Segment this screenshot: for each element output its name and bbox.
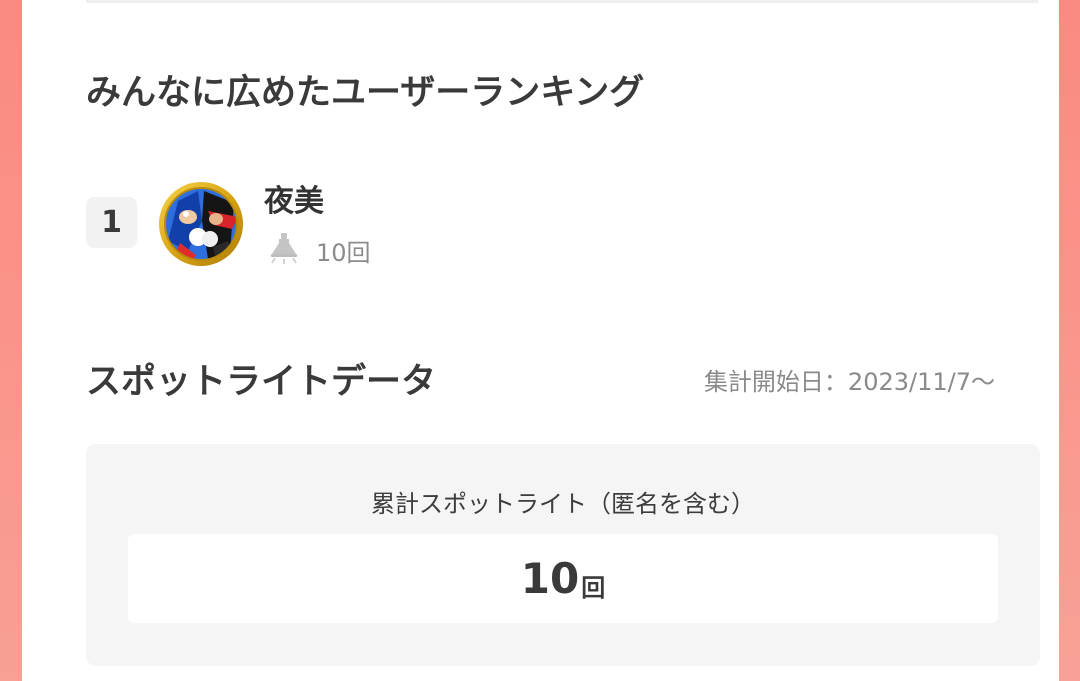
ranking-title: みんなに広めたユーザーランキング <box>86 73 645 113</box>
left-background-edge <box>0 0 22 681</box>
total-spotlight-value: 10 <box>520 554 580 603</box>
content-card: みんなに広めたユーザーランキング 1 夜美 10回 スポットライトデータ 集計開… <box>22 0 1059 681</box>
user-avatar[interactable] <box>158 181 244 267</box>
total-spotlight-value-box: 10 回 <box>128 534 998 623</box>
user-name[interactable]: 夜美 <box>264 176 324 220</box>
rank-badge: 1 <box>86 197 137 248</box>
spotlight-total-panel: 累計スポットライト（匿名を含む） 10 回 <box>86 444 1040 666</box>
total-spotlight-unit: 回 <box>581 574 606 602</box>
spotlight-data-title: スポットライトデータ <box>86 362 437 402</box>
right-background-edge <box>1059 0 1080 681</box>
aggregation-start-date: 集計開始日：2023/11/7〜 <box>703 368 995 396</box>
spotlight-bell-icon <box>271 233 297 264</box>
top-divider <box>86 0 1038 3</box>
total-spotlight-label: 累計スポットライト（匿名を含む） <box>371 490 755 518</box>
user-spotlight-count: 10回 <box>316 239 371 267</box>
